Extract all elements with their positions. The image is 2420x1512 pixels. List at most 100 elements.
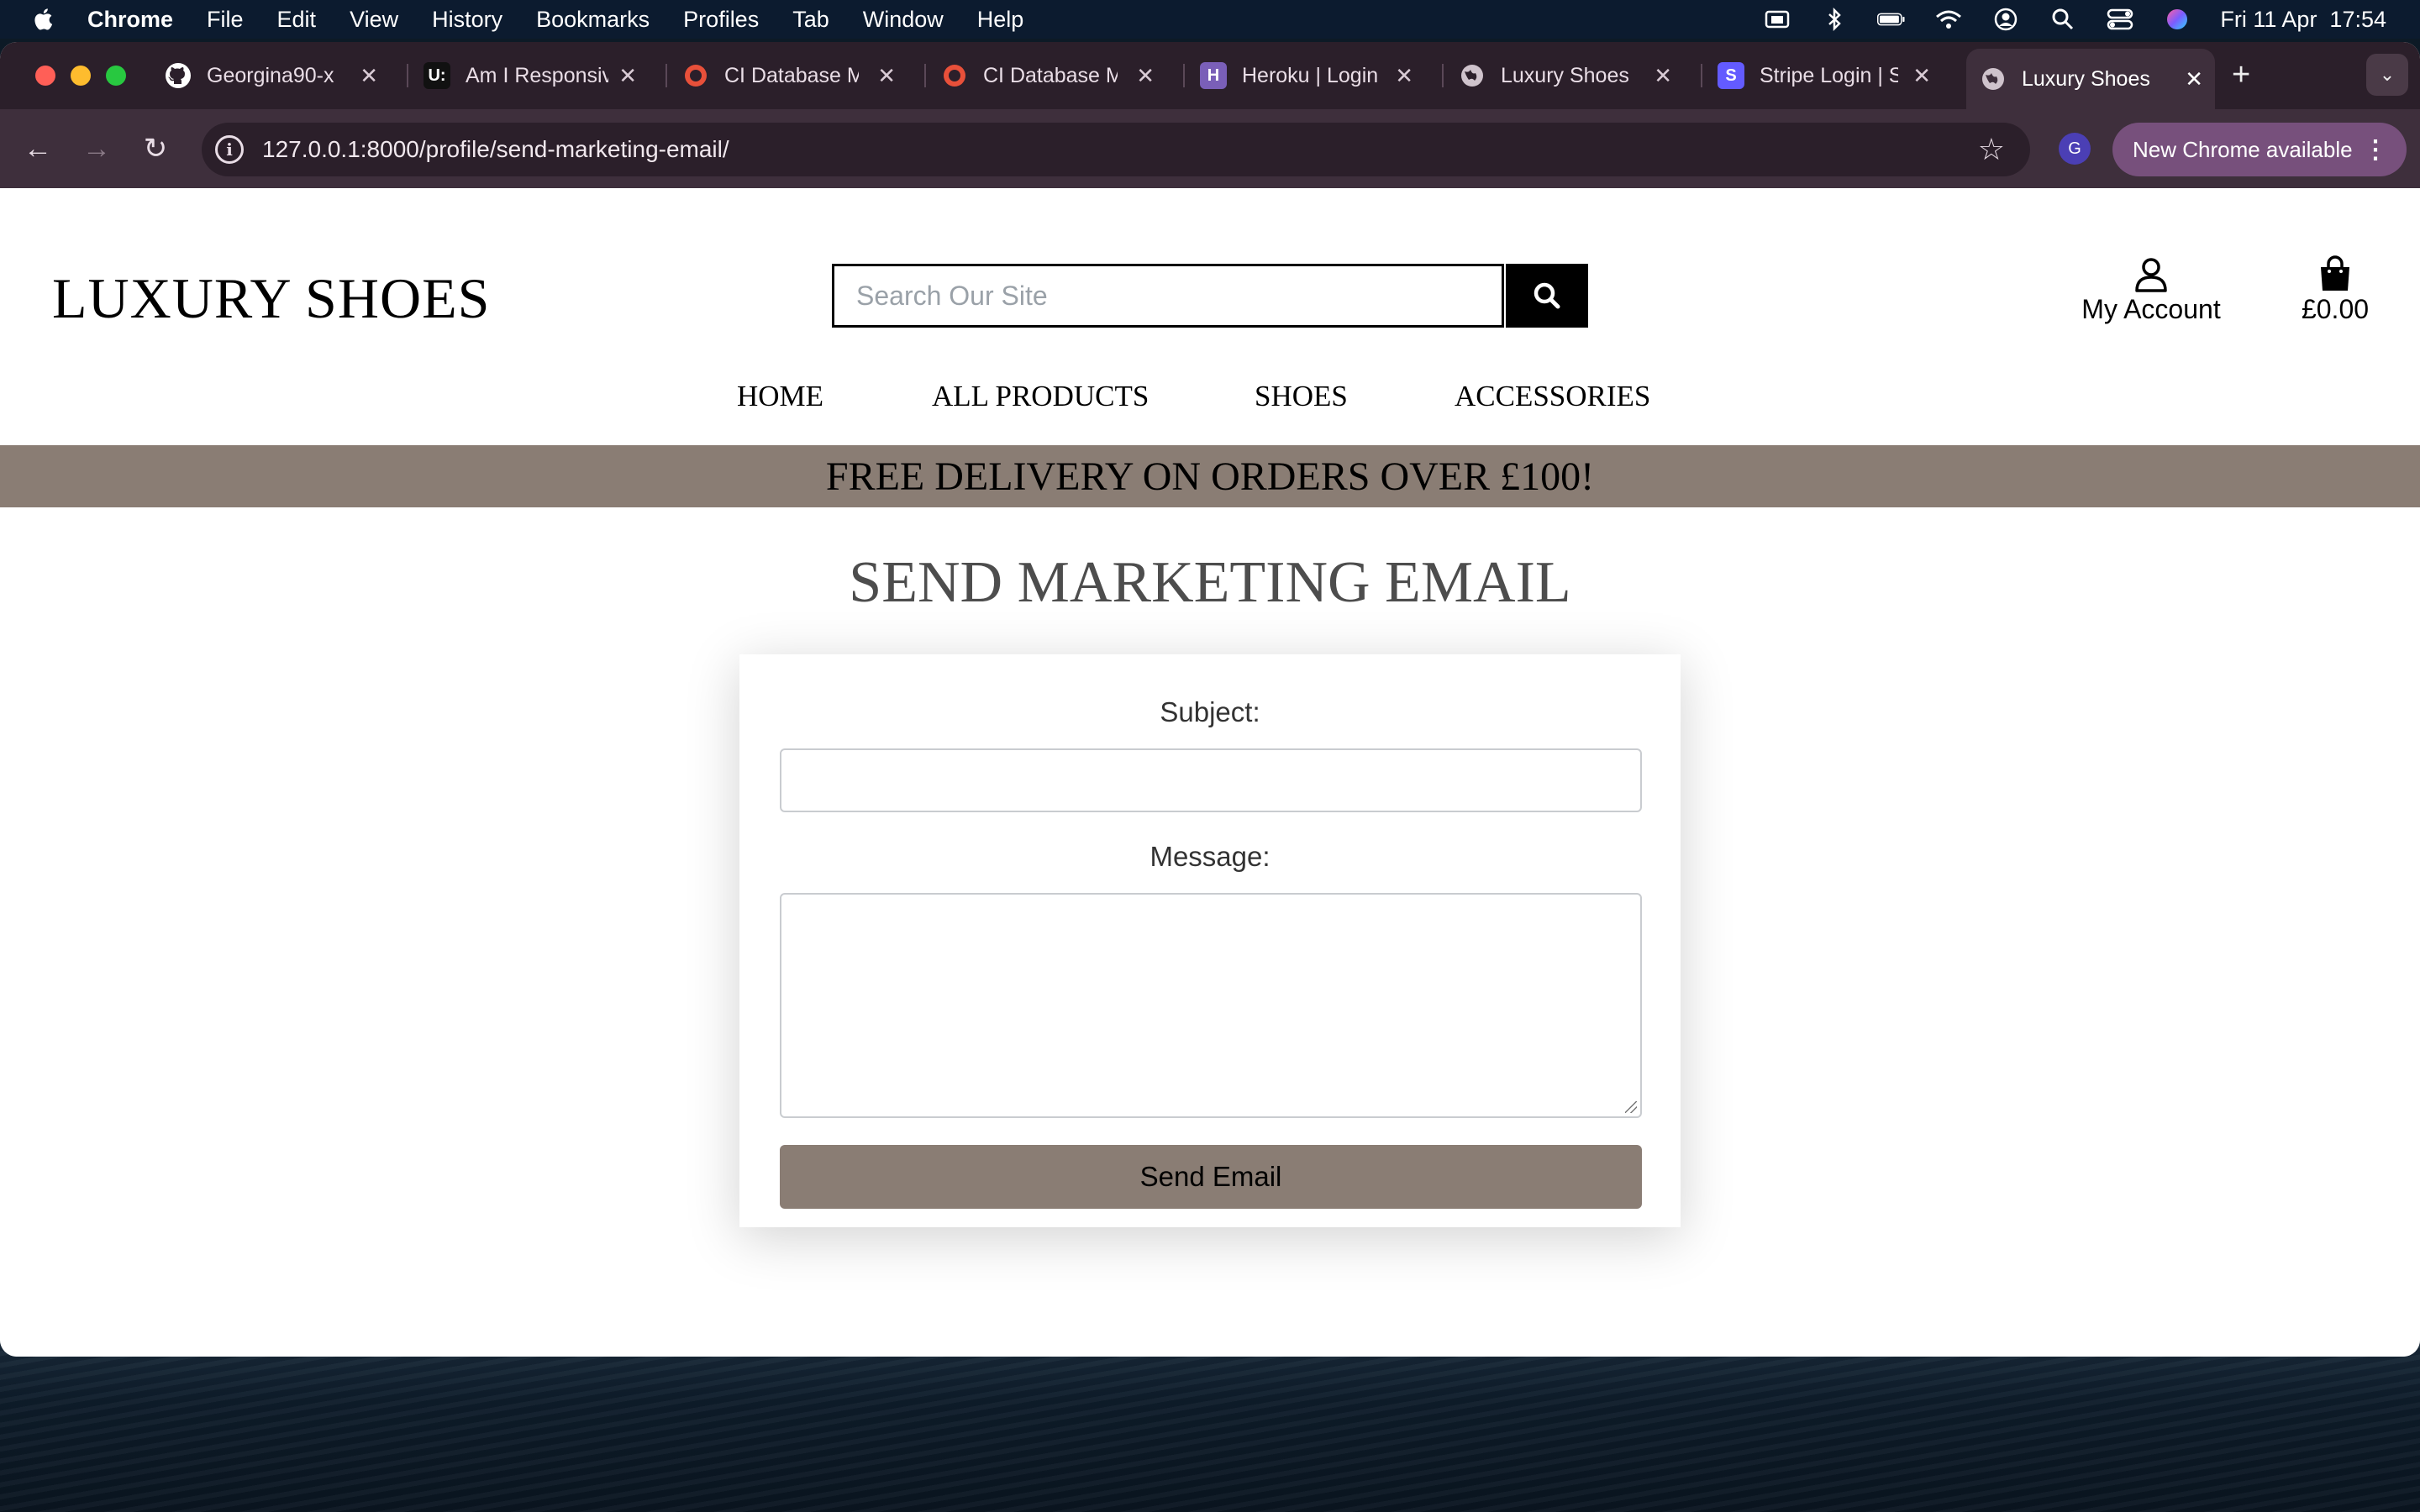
site-logo[interactable]: LUXURY SHOES [52, 265, 490, 332]
close-tab-icon[interactable]: ✕ [2185, 66, 2203, 92]
close-tab-icon[interactable]: ✕ [877, 63, 896, 89]
stripe-icon: S [1718, 62, 1744, 89]
address-bar[interactable]: i 127.0.0.1:8000/profile/send-marketing-… [202, 123, 2030, 176]
menu-file[interactable]: File [207, 7, 244, 33]
tab-separator [924, 64, 926, 87]
free-delivery-banner: FREE DELIVERY ON ORDERS OVER £100! [0, 445, 2420, 507]
tab-label: Heroku | Login [1242, 63, 1379, 87]
heroku-icon: H [1200, 62, 1227, 89]
user-icon [2135, 258, 2167, 292]
globe-icon [1980, 66, 2007, 92]
apple-icon[interactable] [32, 7, 57, 32]
my-account-link[interactable]: My Account [2075, 255, 2227, 325]
screen-mirroring-icon[interactable] [1763, 8, 1791, 30]
search-icon [1534, 282, 1560, 309]
close-tab-icon[interactable]: ✕ [618, 63, 637, 89]
back-arrow-icon[interactable]: ← [18, 129, 57, 168]
web-page: LUXURY SHOES My Account £0.00 HOME ALL P… [0, 188, 2420, 1357]
control-center-icon[interactable] [2106, 8, 2134, 30]
subject-input[interactable] [780, 748, 1642, 812]
macos-menu-bar: Chrome File Edit View History Bookmarks … [0, 0, 2420, 39]
close-tab-icon[interactable]: ✕ [1654, 63, 1672, 89]
new-tab-button[interactable]: + [2232, 57, 2250, 93]
close-tab-icon[interactable]: ✕ [1912, 63, 1931, 89]
tab-label: Luxury Shoes [2022, 66, 2150, 91]
siri-icon[interactable] [2163, 8, 2191, 30]
nav-home[interactable]: HOME [737, 380, 823, 413]
close-tab-icon[interactable]: ✕ [1136, 63, 1155, 89]
nav-all-products[interactable]: ALL PRODUCTS [932, 380, 1149, 413]
update-label: New Chrome available [2133, 136, 2353, 162]
marketing-email-form: Subject: Message: Send Email [739, 654, 1681, 1227]
site-search-box[interactable] [832, 264, 1504, 328]
chrome-window: Georgina90-x ✕ U: Am I Responsive ✕ CI D… [0, 42, 2420, 1357]
tab-am-i-responsive[interactable]: U: Am I Responsive ✕ [424, 50, 649, 101]
search-input[interactable] [855, 279, 1446, 312]
send-email-button[interactable]: Send Email [780, 1145, 1642, 1209]
user-account-icon[interactable] [1991, 8, 2020, 31]
tab-label: CI Database Maker [983, 63, 1118, 87]
search-button[interactable] [1506, 264, 1588, 328]
tab-luxury-shoes-1[interactable]: Luxury Shoes ✕ [1459, 50, 1684, 101]
tab-strip: Georgina90-x ✕ U: Am I Responsive ✕ CI D… [0, 42, 2420, 109]
url-text[interactable]: 127.0.0.1:8000/profile/send-marketing-em… [262, 136, 729, 163]
window-controls [35, 66, 126, 86]
ci-icon [941, 62, 968, 89]
menu-help[interactable]: Help [977, 7, 1024, 33]
menubar-datetime[interactable]: Fri 11 Apr 17:54 [2220, 7, 2386, 33]
tab-luxury-shoes-active[interactable]: Luxury Shoes ✕ [1966, 49, 2215, 109]
tab-stripe-login[interactable]: S Stripe Login | Sign in ✕ [1718, 50, 1943, 101]
nav-accessories[interactable]: ACCESSORIES [1455, 380, 1650, 413]
site-info-icon[interactable]: i [215, 135, 244, 164]
menu-profiles[interactable]: Profiles [683, 7, 759, 33]
profile-avatar[interactable]: G [2059, 133, 2091, 165]
menu-edit[interactable]: Edit [277, 7, 317, 33]
tab-separator [1701, 64, 1702, 87]
nav-shoes[interactable]: SHOES [1255, 380, 1348, 413]
minimize-window-button[interactable] [71, 66, 91, 86]
tab-label: Stripe Login | Sign in [1760, 63, 1898, 87]
tab-label: Georgina90-x [207, 63, 334, 87]
forward-arrow-icon[interactable]: → [77, 129, 116, 168]
github-icon [165, 62, 192, 89]
banner-text: FREE DELIVERY ON ORDERS OVER £100! [825, 454, 1595, 499]
menu-tab[interactable]: Tab [792, 7, 829, 33]
tab-search-chevron-icon[interactable]: ⌄ [2366, 54, 2408, 96]
close-tab-icon[interactable]: ✕ [360, 63, 378, 89]
resize-handle[interactable] [1625, 1101, 1637, 1113]
tab-separator [1442, 64, 1444, 87]
tab-ci-database-2[interactable]: CI Database Maker ✕ [941, 50, 1166, 101]
tab-github[interactable]: Georgina90-x ✕ [165, 50, 390, 101]
reload-icon[interactable]: ↻ [136, 129, 175, 168]
wifi-icon[interactable] [1934, 8, 1963, 30]
menu-app-name[interactable]: Chrome [87, 7, 173, 33]
close-tab-icon[interactable]: ✕ [1395, 63, 1413, 89]
menu-window[interactable]: Window [863, 7, 944, 33]
shopping-bag-link[interactable]: £0.00 [2289, 255, 2381, 325]
tab-separator [407, 64, 408, 87]
menu-bookmarks[interactable]: Bookmarks [536, 7, 650, 33]
menu-history[interactable]: History [432, 7, 502, 33]
message-textarea[interactable] [780, 893, 1642, 1118]
close-window-button[interactable] [35, 66, 55, 86]
amiresponsive-icon: U: [424, 62, 450, 89]
message-label: Message: [1150, 841, 1270, 872]
tab-label: Am I Responsive [466, 63, 608, 87]
tab-label: CI Database Maker [724, 63, 859, 87]
battery-icon[interactable] [1877, 8, 1906, 30]
bluetooth-icon[interactable] [1820, 8, 1849, 31]
page-title: SEND MARKETING EMAIL [849, 550, 1571, 615]
spotlight-search-icon[interactable] [2049, 8, 2077, 30]
browser-toolbar: ← → ↻ i 127.0.0.1:8000/profile/send-mark… [0, 109, 2420, 188]
tab-ci-database-1[interactable]: CI Database Maker ✕ [682, 50, 908, 101]
bag-total: £0.00 [2301, 294, 2370, 324]
bookmark-star-icon[interactable]: ☆ [1978, 132, 2005, 167]
menu-view[interactable]: View [350, 7, 398, 33]
globe-icon [1459, 62, 1486, 89]
tab-separator [666, 64, 667, 87]
new-chrome-available-button[interactable]: New Chrome available ⋮ [2112, 123, 2407, 176]
zoom-window-button[interactable] [106, 66, 126, 86]
my-account-label: My Account [2081, 294, 2221, 324]
more-menu-icon[interactable]: ⋮ [2363, 135, 2388, 165]
tab-heroku[interactable]: H Heroku | Login ✕ [1200, 50, 1425, 101]
